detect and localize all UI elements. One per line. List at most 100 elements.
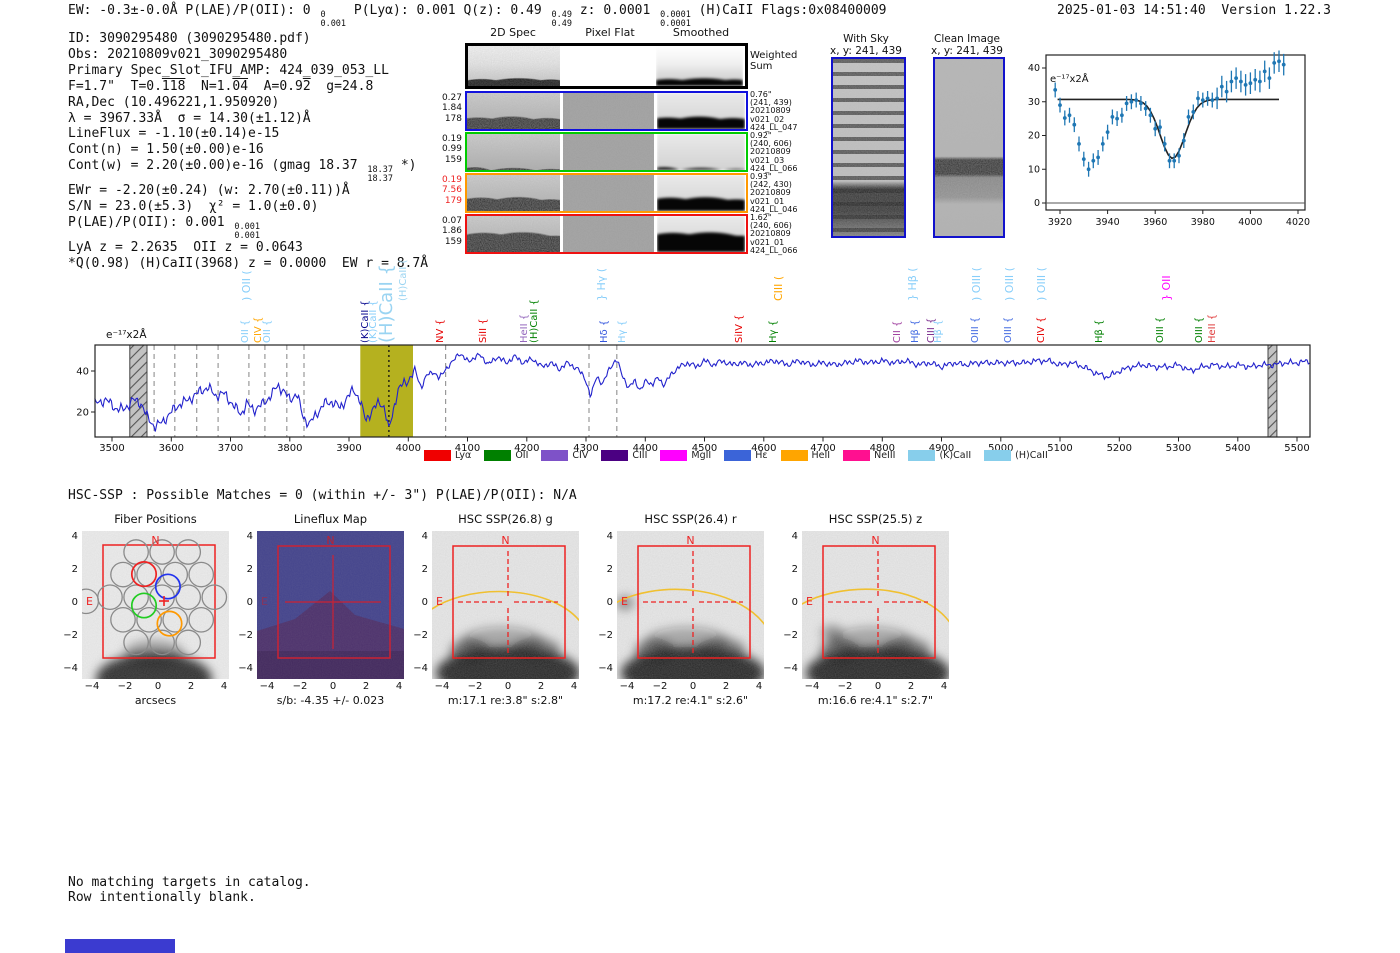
hsc-panel-4 — [802, 531, 949, 679]
info-line-12: P(LAE)/P(OII): 0.001 0.001 0.001 — [68, 215, 260, 241]
info-line-11: S/N = 23.0(±5.3) χ² = 1.0(±0.0) — [68, 199, 319, 215]
legend-label: CIV — [572, 450, 589, 461]
col-title-pixelflat: Pixel Flat — [585, 26, 635, 39]
legend-swatch — [424, 450, 451, 461]
noise-texture — [935, 59, 1003, 236]
spec2d-cell-texture — [657, 134, 745, 170]
hsc-xtick: −2 — [467, 681, 483, 692]
legend-swatch — [541, 450, 569, 461]
spec2d-cell-texture — [656, 46, 743, 86]
svg-text:10: 10 — [1028, 164, 1040, 175]
legend-item-neiii: NeIII — [843, 450, 895, 461]
svg-text:e⁻¹⁷x2Å: e⁻¹⁷x2Å — [1050, 72, 1089, 85]
svg-text:5400: 5400 — [1225, 443, 1250, 454]
svg-text:4000: 4000 — [396, 443, 421, 454]
hsc-ytick: −4 — [598, 662, 613, 674]
hsc-ytick: 4 — [421, 530, 428, 542]
hsc-panel-caption-1: s/b: -4.35 +/- 0.023 — [276, 694, 385, 707]
legend-swatch — [984, 450, 1012, 461]
north-label: N — [686, 534, 695, 547]
legend-item-civ: CIV — [541, 450, 588, 461]
spec2d-cell-texture — [657, 93, 745, 129]
legend-item-mgii: MgII — [660, 450, 711, 461]
spec2d-cell — [467, 216, 560, 252]
line-label-hcaii: (H)CaII { — [528, 299, 540, 343]
legend-swatch — [908, 450, 936, 461]
spec2d-row — [465, 91, 748, 131]
legend-item-hcaii: (H)CaII — [984, 450, 1048, 461]
footer-line-1: No matching targets in catalog. — [68, 875, 311, 890]
line-fit-plot-area: 3920 3940 3960 3980 4000 4020 0 10 20 30 40 e⁻¹⁷x2Å — [1028, 46, 1316, 236]
svg-text:5200: 5200 — [1107, 443, 1132, 454]
hsc-header: HSC-SSP : Possible Matches = 0 (within +… — [68, 488, 577, 503]
noise-texture — [467, 93, 560, 129]
line-label-h: Hβ { — [932, 319, 944, 343]
noise-texture — [563, 93, 654, 129]
line-label-oiii: ) OIII ( — [1035, 267, 1049, 301]
legend-swatch — [843, 450, 871, 461]
legend-swatch — [601, 450, 629, 461]
svg-text:3900: 3900 — [336, 443, 361, 454]
col-title-smoothed: Smoothed — [672, 26, 730, 39]
legend-swatch — [780, 450, 808, 461]
hsc-xtick: −4 — [434, 681, 450, 692]
hsc-xtick: 4 — [220, 681, 228, 692]
east-label: E — [806, 595, 813, 608]
hsc-xtick: −4 — [259, 681, 275, 692]
hsc-xtick: −2 — [837, 681, 853, 692]
hsc-panel-title-4: HSC SSP(25.5) z — [828, 512, 923, 526]
hsc-ytick: 4 — [606, 530, 613, 542]
spec2d-cell — [656, 46, 743, 86]
noise-texture — [467, 175, 560, 211]
hsc-panel-image — [257, 531, 404, 679]
stat-value: 178 — [444, 113, 462, 124]
hsc-panel-caption-3: m:17.2 re:4.1" s:2.6" — [632, 694, 749, 707]
north-label: N — [151, 534, 160, 547]
hsc-panel-caption-2: m:17.1 re:3.8" s:2.8" — [447, 694, 564, 707]
spec2d-cell — [657, 175, 745, 211]
spec2d-cell — [467, 175, 560, 211]
hsc-xtick: 0 — [689, 681, 697, 692]
spec2d-cell — [563, 93, 654, 129]
spec2d-cell — [657, 216, 745, 252]
hsc-panel-title-0: Fiber Positions — [114, 512, 197, 526]
svg-text:30: 30 — [1028, 97, 1040, 108]
hsc-xtick: −2 — [652, 681, 668, 692]
stat-value: 0.19 — [441, 175, 462, 185]
noise-texture — [467, 134, 560, 170]
spectrum-units-label: e⁻¹⁷x2Å — [106, 329, 147, 341]
clean-xy: x, y: 241, 439 — [931, 45, 1003, 57]
north-label: N — [871, 534, 880, 547]
hsc-ytick: −2 — [238, 629, 253, 641]
hsc-ytick: 2 — [246, 563, 253, 575]
line-label-oiii: OIII { — [1155, 316, 1167, 343]
hsc-xtick: 4 — [940, 681, 948, 692]
hsc-ytick: −4 — [783, 662, 798, 674]
spec2d-cell — [467, 134, 560, 170]
line-label-civ: CIV { — [1036, 316, 1048, 343]
line-label-h: Hβ { — [1094, 319, 1106, 343]
line-label-siiv: SiIV { — [733, 314, 745, 343]
line-label-h: Hβ { — [910, 319, 922, 343]
noise-texture — [468, 46, 560, 86]
line-label-hcaii: (H)CaII ( — [397, 259, 409, 301]
stat-value: 179 — [444, 195, 462, 206]
hsc-xtick: 4 — [570, 681, 578, 692]
spec2d-cell — [563, 175, 654, 211]
legend-item-heii: HeII — [780, 450, 831, 461]
line-label-siii: SiII { — [477, 318, 489, 343]
legend-swatch — [660, 450, 688, 461]
summary-header: EW: -0.3±-0.0Å P(LAE)/P(OII): 0 0 0.001 P… — [68, 3, 887, 29]
legend-swatch — [724, 450, 752, 461]
svg-text:20: 20 — [1028, 131, 1040, 142]
svg-text:5500: 5500 — [1284, 443, 1309, 454]
hsc-ytick: 2 — [71, 563, 78, 575]
stat-value: 159 — [444, 236, 462, 247]
legend-label: HeII — [811, 450, 831, 461]
hsc-panel-image — [432, 531, 579, 679]
legend-label: NeIII — [874, 450, 896, 461]
legend-item-ly: Lyα — [424, 450, 471, 461]
line-label-oii: OII { — [240, 319, 252, 343]
spec2d-cell-texture — [563, 46, 653, 86]
east-label: E — [621, 595, 628, 608]
